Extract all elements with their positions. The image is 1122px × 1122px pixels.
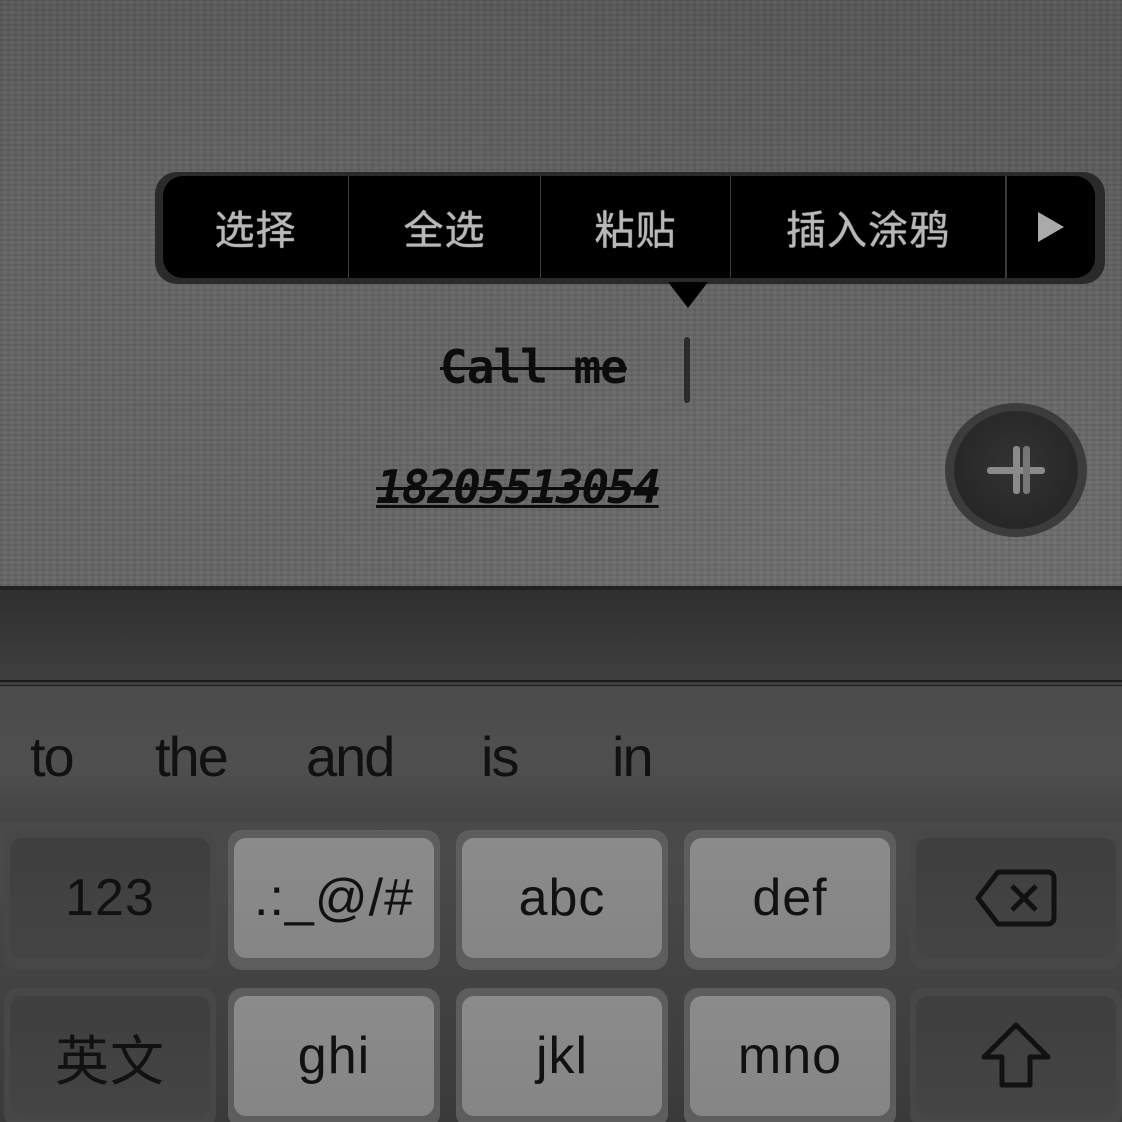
key-jkl-label: jkl xyxy=(535,1027,589,1085)
key-backspace[interactable] xyxy=(910,830,1122,970)
key-language-switch[interactable]: 英文 xyxy=(4,988,216,1122)
menu-more-button[interactable] xyxy=(1006,176,1095,278)
key-abc[interactable]: abc xyxy=(456,830,668,970)
key-shift[interactable] xyxy=(910,988,1122,1122)
key-def-label: def xyxy=(752,869,828,927)
key-language-label: 英文 xyxy=(55,1029,165,1093)
suggestion-bar: to the and is in xyxy=(0,686,1122,821)
backspace-icon xyxy=(975,869,1057,927)
menu-item-paste[interactable]: 粘贴 xyxy=(541,176,731,278)
key-ghi[interactable]: ghi xyxy=(228,988,440,1122)
key-symbols-label: .:_@/# xyxy=(254,869,414,927)
key-def[interactable]: def xyxy=(684,830,896,970)
suggestion-item[interactable]: the xyxy=(155,724,229,789)
context-menu: 选择 全选 粘贴 插入涂鸦 xyxy=(155,172,1105,284)
key-jkl[interactable]: jkl xyxy=(456,988,668,1122)
menu-item-paste-label: 粘贴 xyxy=(594,208,677,254)
suggestion-item[interactable]: is xyxy=(481,724,519,789)
text-cursor xyxy=(684,337,690,403)
suggestion-item[interactable]: in xyxy=(612,724,654,789)
key-mno-label: mno xyxy=(737,1027,843,1085)
key-abc-label: abc xyxy=(518,869,606,927)
key-mno[interactable]: mno xyxy=(684,988,896,1122)
menu-item-select[interactable]: 选择 xyxy=(163,176,349,278)
keyboard-divider xyxy=(0,680,1122,682)
keyboard-top-edge xyxy=(0,586,1122,590)
add-button[interactable] xyxy=(945,403,1087,537)
key-123[interactable]: 123 xyxy=(4,830,216,970)
context-menu-bar: 选择 全选 粘贴 插入涂鸦 xyxy=(163,176,1095,278)
note-canvas[interactable]: 选择 全选 粘贴 插入涂鸦 Call me 18205513054 xyxy=(0,0,1122,586)
shift-icon xyxy=(981,1022,1051,1088)
plus-icon xyxy=(986,445,1046,495)
menu-item-select-all[interactable]: 全选 xyxy=(349,176,541,278)
add-button-face xyxy=(954,411,1078,529)
keyboard: to the and is in 123 .:_@/# abc def 英文 g… xyxy=(0,586,1122,1122)
menu-item-select-label: 选择 xyxy=(214,208,297,254)
note-text-phone-number[interactable]: 18205513054 xyxy=(376,460,661,520)
play-triangle-icon xyxy=(1038,212,1064,242)
key-symbols[interactable]: .:_@/# xyxy=(228,830,440,970)
key-123-label: 123 xyxy=(65,869,155,927)
menu-item-select-all-label: 全选 xyxy=(403,208,486,254)
key-ghi-label: ghi xyxy=(297,1027,371,1085)
menu-item-insert-doodle-label: 插入涂鸦 xyxy=(786,208,950,254)
suggestion-item[interactable]: to xyxy=(30,724,75,789)
note-text-line-1[interactable]: Call me xyxy=(440,340,628,400)
suggestion-item[interactable]: and xyxy=(306,724,395,789)
context-menu-pointer xyxy=(668,282,708,308)
menu-item-insert-doodle[interactable]: 插入涂鸦 xyxy=(731,176,1006,278)
